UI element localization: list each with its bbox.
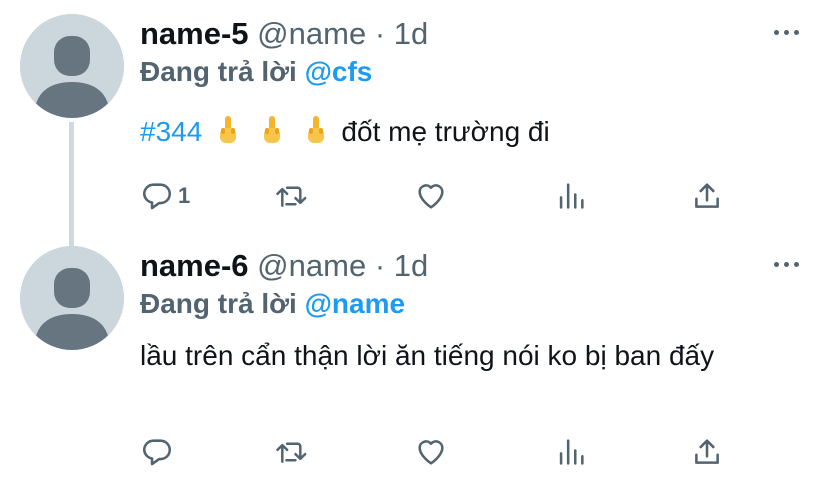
timestamp[interactable]: 1d bbox=[394, 16, 428, 51]
like-button[interactable] bbox=[414, 176, 448, 216]
middle-finger-emoji bbox=[216, 115, 240, 156]
default-avatar-icon bbox=[20, 246, 124, 350]
retweet-icon bbox=[276, 442, 307, 463]
action-bar bbox=[140, 432, 740, 472]
hashtag-link[interactable]: #344 bbox=[140, 116, 202, 147]
heart-icon bbox=[418, 440, 444, 465]
display-name[interactable]: name-5 bbox=[140, 16, 249, 51]
default-avatar-icon bbox=[20, 14, 124, 118]
share-upload-icon bbox=[695, 439, 719, 464]
replying-prefix: Đang trả lời bbox=[140, 56, 297, 87]
replying-to: Đang trả lời @name bbox=[140, 286, 405, 322]
tweet[interactable]: name-5 @name · 1d Đang trả lời @cfs #344… bbox=[0, 0, 828, 248]
thread-line bbox=[69, 122, 74, 248]
replying-to-link[interactable]: @name bbox=[305, 288, 405, 319]
timestamp[interactable]: 1d bbox=[394, 248, 428, 283]
heart-icon bbox=[418, 184, 444, 209]
share-button[interactable] bbox=[690, 176, 724, 216]
middle-finger-emoji bbox=[304, 115, 328, 156]
replying-to: Đang trả lời @cfs bbox=[140, 54, 372, 90]
more-dots-icon[interactable] bbox=[772, 26, 800, 38]
speech-bubble-icon bbox=[142, 183, 172, 210]
reply-button[interactable] bbox=[140, 432, 178, 472]
retweet-button[interactable] bbox=[274, 432, 310, 472]
replying-to-link[interactable]: @cfs bbox=[305, 56, 373, 87]
replying-prefix: Đang trả lời bbox=[140, 288, 297, 319]
separator-dot: · bbox=[374, 248, 386, 283]
stats-button[interactable] bbox=[554, 432, 588, 472]
middle-finger-emoji bbox=[260, 115, 284, 156]
bar-chart-icon bbox=[559, 183, 584, 209]
tweet-body: lầu trên cẩn thận lời ăn tiếng nói ko bị… bbox=[140, 340, 715, 371]
separator-dot: · bbox=[374, 16, 386, 51]
tweet-header: name-5 @name · 1d bbox=[140, 14, 428, 54]
share-button[interactable] bbox=[690, 432, 724, 472]
tweet-header: name-6 @name · 1d bbox=[140, 246, 428, 286]
display-name[interactable]: name-6 bbox=[140, 248, 249, 283]
avatar[interactable] bbox=[20, 246, 124, 350]
speech-bubble-icon bbox=[142, 439, 172, 466]
retweet-button[interactable] bbox=[274, 176, 310, 216]
retweet-icon bbox=[276, 186, 307, 207]
like-button[interactable] bbox=[414, 432, 448, 472]
tweet-text: #344 đốt mẹ trường đi bbox=[140, 112, 550, 156]
reply-count: 1 bbox=[178, 183, 191, 208]
avatar[interactable] bbox=[20, 14, 124, 118]
share-upload-icon bbox=[695, 183, 719, 208]
more-dots-icon[interactable] bbox=[772, 258, 800, 270]
user-handle[interactable]: @name bbox=[257, 16, 366, 51]
user-handle[interactable]: @name bbox=[257, 248, 366, 283]
stats-button[interactable] bbox=[554, 176, 588, 216]
tweet-body: đốt mẹ trường đi bbox=[341, 116, 550, 147]
action-bar: 1 bbox=[140, 176, 740, 216]
bar-chart-icon bbox=[559, 439, 584, 465]
reply-button[interactable]: 1 bbox=[140, 176, 190, 216]
tweet[interactable]: name-6 @name · 1d Đang trả lời @name lầu… bbox=[0, 240, 828, 478]
